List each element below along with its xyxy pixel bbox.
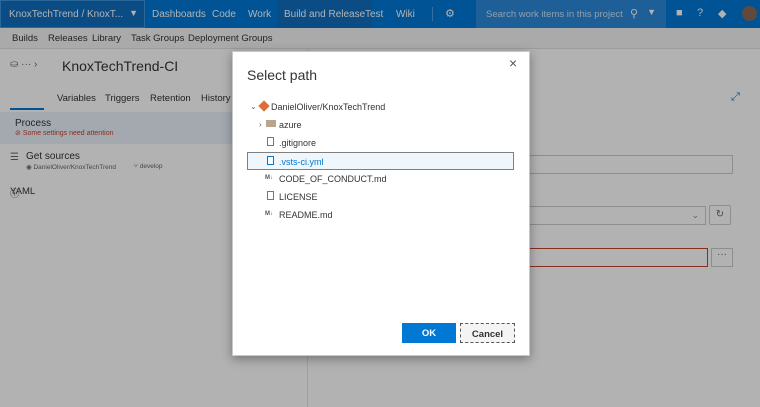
file-icon bbox=[267, 156, 274, 165]
tree-item-label: LICENSE bbox=[279, 192, 318, 202]
dialog-title: Select path bbox=[247, 67, 318, 83]
markdown-icon: M↓ bbox=[265, 211, 273, 217]
chevron-down-icon[interactable]: ⌄ bbox=[250, 102, 257, 111]
tree-item-label: .gitignore bbox=[279, 138, 317, 148]
folder-icon bbox=[266, 119, 276, 127]
file-icon bbox=[267, 191, 274, 200]
repo-icon bbox=[258, 100, 270, 112]
tree-root-label: DanielOliver/KnoxTechTrend bbox=[271, 102, 386, 112]
close-icon[interactable]: × bbox=[509, 55, 517, 71]
tree-item-label: README.md bbox=[279, 210, 333, 220]
tree-item-label: azure bbox=[279, 120, 302, 130]
chevron-right-icon[interactable]: › bbox=[259, 120, 262, 129]
cancel-button[interactable]: Cancel bbox=[460, 323, 515, 343]
tree-item-readme[interactable]: M↓ README.md bbox=[249, 206, 511, 224]
tree-item-vsts-ci-yml[interactable]: .vsts-ci.yml bbox=[247, 152, 514, 170]
ok-button[interactable]: OK bbox=[402, 323, 456, 343]
tree-root[interactable]: ⌄ DanielOliver/KnoxTechTrend bbox=[249, 98, 511, 116]
tree-item-label: CODE_OF_CONDUCT.md bbox=[279, 174, 387, 184]
tree-item-azure[interactable]: › azure bbox=[249, 116, 511, 134]
tree-item-gitignore[interactable]: .gitignore bbox=[249, 134, 511, 152]
markdown-icon: M↓ bbox=[265, 175, 273, 181]
tree-item-code-of-conduct[interactable]: M↓ CODE_OF_CONDUCT.md bbox=[249, 170, 511, 188]
tree-item-label: .vsts-ci.yml bbox=[279, 157, 324, 167]
file-icon bbox=[267, 137, 274, 146]
tree-item-license[interactable]: LICENSE bbox=[249, 188, 511, 206]
